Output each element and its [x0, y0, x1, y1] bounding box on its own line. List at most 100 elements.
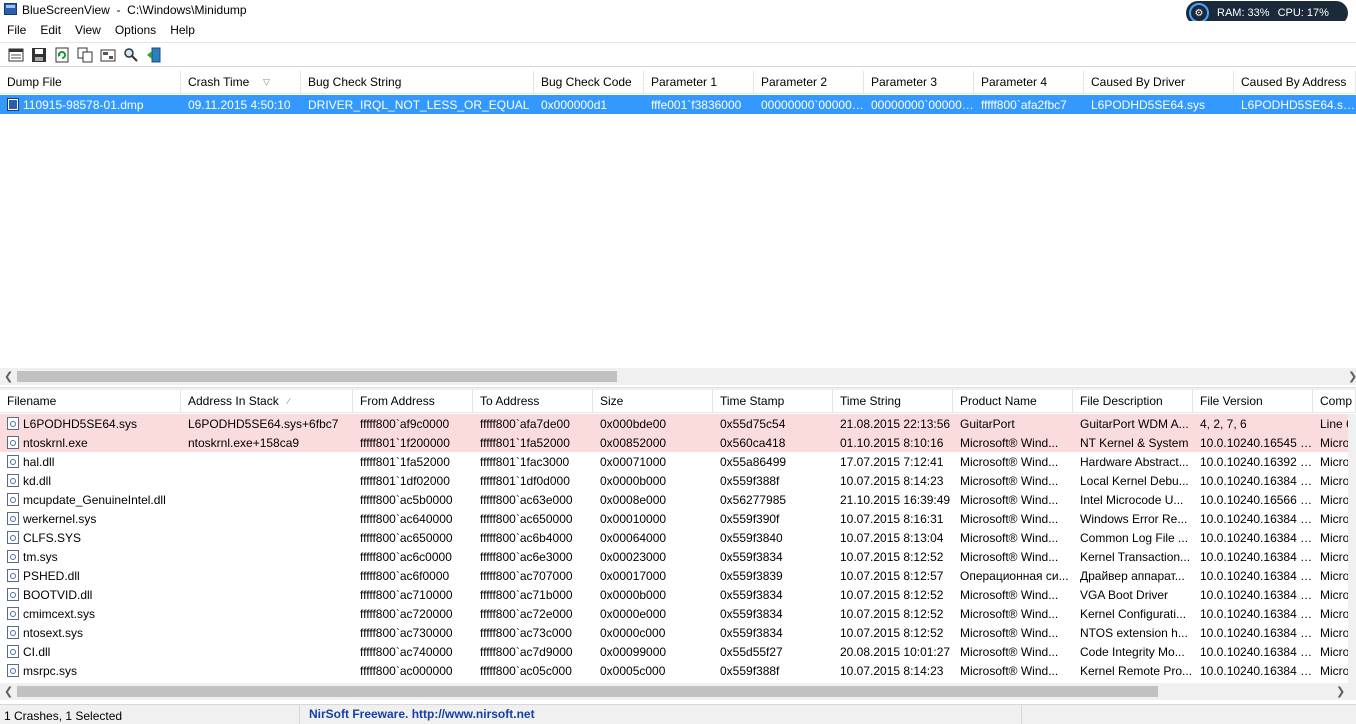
- driver-filename: werkernel.sys: [0, 509, 181, 528]
- driver-from-address: fffff800`ac730000: [360, 626, 453, 640]
- crash-table-header: Dump File Crash Time ▽ Bug Check String B…: [0, 71, 1356, 94]
- copy-icon[interactable]: [75, 46, 94, 64]
- driver-time-stamp: 0x55d75c54: [720, 417, 786, 431]
- col-address-in-stack-label: Address In Stack: [188, 394, 279, 408]
- col-address-in-stack[interactable]: Address In Stack ∕: [181, 390, 353, 413]
- col-parameter-1[interactable]: Parameter 1: [644, 71, 754, 94]
- col-parameter-3[interactable]: Parameter 3: [864, 71, 974, 94]
- col-parameter-4[interactable]: Parameter 4: [974, 71, 1084, 94]
- driver-file-version: 10.0.10240.16384 (t...: [1200, 569, 1313, 583]
- driver-row[interactable]: tm.sys fffff800`ac6c0000 fffff800`ac6e3000…: [0, 547, 1356, 566]
- driver-row[interactable]: PSHED.dll fffff800`ac6f0000 fffff800`ac707…: [0, 566, 1356, 585]
- col-bug-check-string[interactable]: Bug Check String: [301, 71, 534, 94]
- driver-row[interactable]: ntoskrnl.exe ntoskrnl.exe+158ca9 fffff801`…: [0, 433, 1356, 452]
- driver-time-string: 10.07.2015 8:12:52: [840, 626, 944, 640]
- col-size[interactable]: Size: [593, 390, 713, 413]
- driver-list-pane: Filename Address In Stack ∕ From Address …: [0, 390, 1356, 702]
- driver-to-address: fffff801`1fa52000: [480, 436, 570, 450]
- driver-product-name: GuitarPort: [960, 417, 1015, 431]
- col-crash-time[interactable]: Crash Time ▽: [181, 71, 301, 94]
- status-bar: 1 Crashes, 1 Selected NirSoft Freeware. …: [0, 704, 1356, 724]
- driver-row[interactable]: BOOTVID.dll fffff800`ac710000 fffff800`ac7…: [0, 585, 1356, 604]
- col-file-version[interactable]: File Version: [1193, 390, 1313, 413]
- driver-row[interactable]: werkernel.sys fffff800`ac640000 fffff800`a…: [0, 509, 1356, 528]
- driver-time-string: 10.07.2015 8:16:31: [840, 512, 944, 526]
- nirsoft-link[interactable]: NirSoft Freeware. http://www.nirsoft.net: [300, 705, 1022, 724]
- driver-list-vertical-scrollbar[interactable]: [1348, 414, 1356, 684]
- driver-row[interactable]: CI.dll fffff800`ac740000 fffff800`ac7d9000…: [0, 642, 1356, 661]
- menu-bar: File Edit View Options Help: [0, 21, 1356, 41]
- col-product-name[interactable]: Product Name: [953, 390, 1073, 413]
- exit-icon[interactable]: [144, 46, 163, 64]
- menu-edit[interactable]: Edit: [33, 21, 68, 41]
- menu-view[interactable]: View: [68, 21, 108, 41]
- driver-table-body: L6PODHD5SE64.sys L6PODHD5SE64.sys+6fbc7 ff…: [0, 414, 1356, 680]
- scroll-thumb[interactable]: [17, 371, 617, 382]
- scroll-thumb[interactable]: [17, 686, 1158, 697]
- driver-file-version: 10.0.10240.16384 (t...: [1200, 664, 1313, 678]
- driver-to-address: fffff800`ac6b4000: [480, 531, 573, 545]
- scroll-left-icon[interactable]: ❮: [4, 370, 13, 383]
- driver-address-in-stack: [181, 642, 353, 661]
- menu-file[interactable]: File: [0, 21, 33, 41]
- driver-product-name: Microsoft® Wind...: [960, 664, 1059, 678]
- driver-row[interactable]: hal.dll fffff801`1fa52000 fffff801`1fac300…: [0, 452, 1356, 471]
- driver-row[interactable]: ntosext.sys fffff800`ac730000 fffff800`ac7…: [0, 623, 1356, 642]
- crash-row[interactable]: 110915-98578-01.dmp 09.11.2015 4:50:10 D…: [0, 95, 1356, 114]
- driver-address-in-stack: ntoskrnl.exe+158ca9: [188, 436, 300, 450]
- driver-row[interactable]: kd.dll fffff801`1df02000 fffff801`1df0d000…: [0, 471, 1356, 490]
- col-bug-check-code[interactable]: Bug Check Code: [534, 71, 644, 94]
- driver-address-in-stack: [181, 528, 353, 547]
- driver-size: 0x0000e000: [600, 607, 667, 621]
- col-file-description[interactable]: File Description: [1073, 390, 1193, 413]
- driver-list-horizontal-scrollbar[interactable]: ❮ ❯: [0, 683, 1356, 700]
- driver-file-version: 10.0.10240.16384 (t...: [1200, 645, 1313, 659]
- col-company[interactable]: Comp: [1313, 390, 1356, 413]
- driver-time-stamp: 0x559f3840: [720, 531, 783, 545]
- driver-row[interactable]: cmimcext.sys fffff800`ac720000 fffff800`ac…: [0, 604, 1356, 623]
- driver-file-description: Kernel Remote Pro...: [1080, 664, 1193, 678]
- driver-file-version: 10.0.10240.16545 (t...: [1200, 436, 1313, 450]
- driver-file-icon: [7, 531, 19, 544]
- driver-row[interactable]: mcupdate_GenuineIntel.dll fffff800`ac5b00…: [0, 490, 1356, 509]
- driver-filename: ntosext.sys: [0, 623, 181, 642]
- menu-options[interactable]: Options: [108, 21, 163, 41]
- find-icon[interactable]: [121, 46, 140, 64]
- driver-file-icon: [7, 493, 19, 506]
- driver-size: 0x00064000: [600, 531, 667, 545]
- col-parameter-2[interactable]: Parameter 2: [754, 71, 864, 94]
- col-time-string[interactable]: Time String: [833, 390, 953, 413]
- driver-address-in-stack: [181, 452, 353, 471]
- col-dump-file[interactable]: Dump File: [0, 71, 181, 94]
- col-caused-by-driver[interactable]: Caused By Driver: [1084, 71, 1234, 94]
- driver-product-name: Microsoft® Wind...: [960, 607, 1059, 621]
- col-time-stamp[interactable]: Time Stamp: [713, 390, 833, 413]
- driver-product-name: Microsoft® Wind...: [960, 550, 1059, 564]
- driver-file-description: NTOS extension h...: [1080, 626, 1188, 640]
- refresh-icon[interactable]: [52, 46, 71, 64]
- parameter-1: fffe001`f3836000: [651, 98, 742, 112]
- menu-help[interactable]: Help: [163, 21, 202, 41]
- scroll-right-icon[interactable]: ❯: [1336, 685, 1345, 698]
- col-filename[interactable]: Filename: [0, 390, 181, 413]
- col-from-address[interactable]: From Address: [353, 390, 473, 413]
- driver-file-description: Common Log File ...: [1080, 531, 1189, 545]
- driver-filename: CI.dll: [0, 642, 181, 661]
- col-to-address[interactable]: To Address: [473, 390, 593, 413]
- driver-row[interactable]: L6PODHD5SE64.sys L6PODHD5SE64.sys+6fbc7 ff…: [0, 414, 1356, 433]
- driver-file-icon: [7, 417, 19, 430]
- crash-list-horizontal-scrollbar[interactable]: ❮ ❯: [0, 368, 1356, 385]
- col-caused-by-address[interactable]: Caused By Address: [1234, 71, 1356, 94]
- driver-product-name: Microsoft® Wind...: [960, 626, 1059, 640]
- crash-dump-file: 110915-98578-01.dmp: [0, 95, 181, 114]
- driver-row[interactable]: msrpc.sys fffff800`ac000000 fffff800`ac05c…: [0, 661, 1356, 680]
- scroll-right-icon[interactable]: ❯: [1348, 370, 1356, 383]
- properties-window-icon[interactable]: [6, 46, 25, 64]
- save-icon[interactable]: [29, 46, 48, 64]
- driver-row[interactable]: CLFS.SYS fffff800`ac650000 fffff800`ac6b40…: [0, 528, 1356, 547]
- html-report-icon[interactable]: [98, 46, 117, 64]
- driver-from-address: fffff801`1fa52000: [360, 455, 450, 469]
- driver-time-string: 10.07.2015 8:12:57: [840, 569, 944, 583]
- driver-filename: tm.sys: [0, 547, 181, 566]
- scroll-left-icon[interactable]: ❮: [4, 685, 13, 698]
